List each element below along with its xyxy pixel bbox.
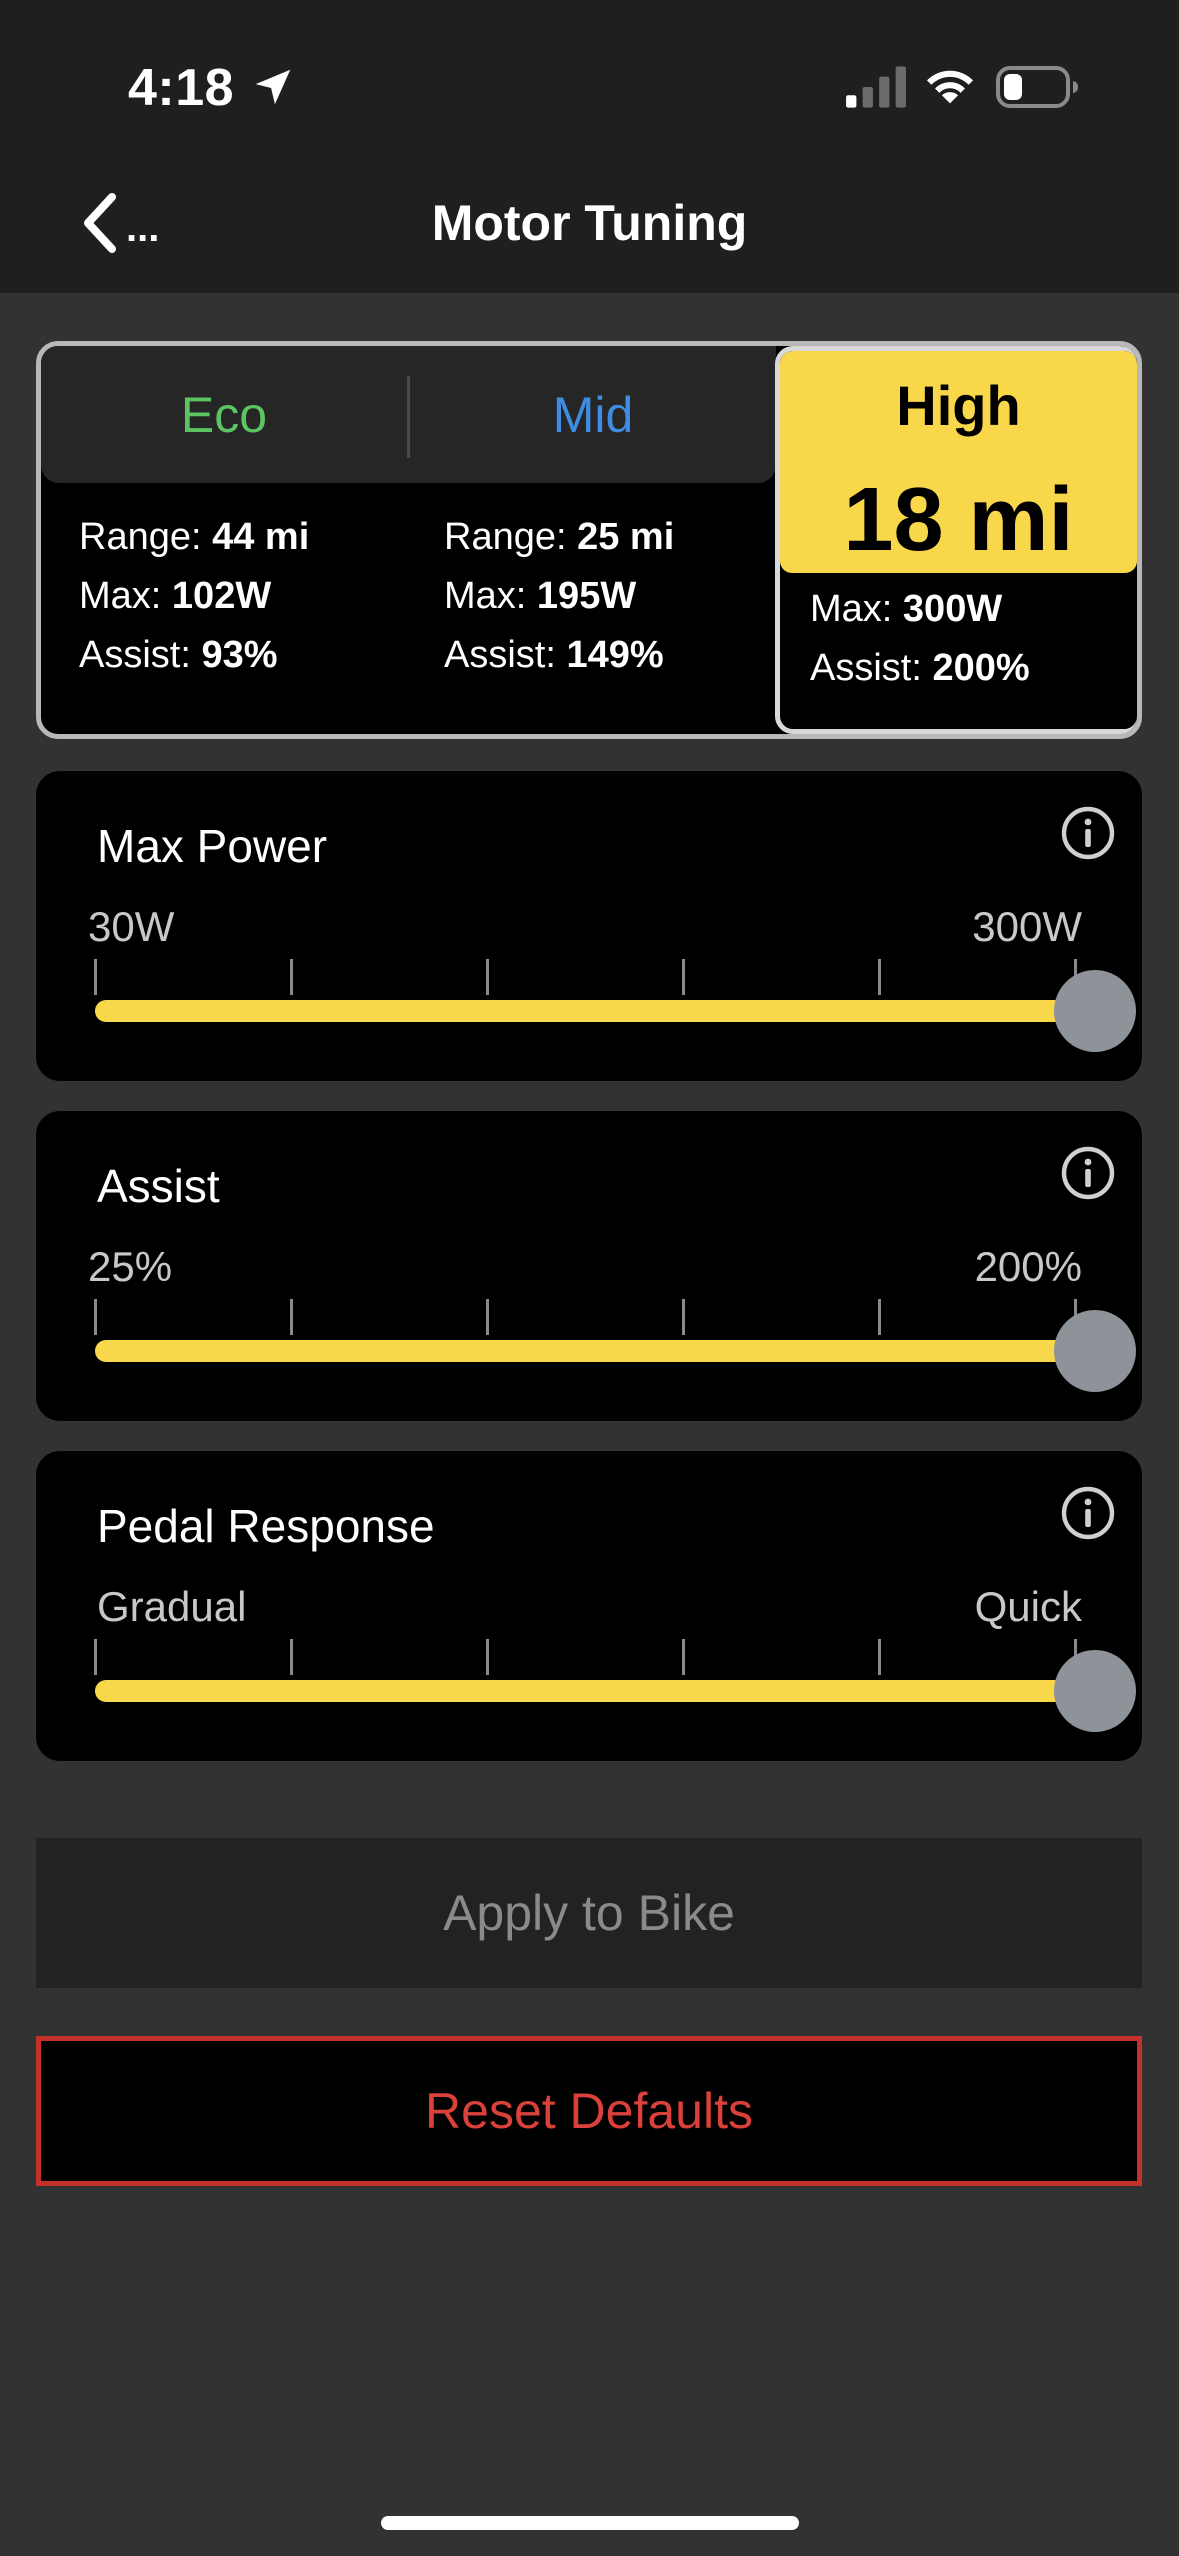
info-icon[interactable] — [1060, 1145, 1116, 1201]
mid-max-label: Max: — [444, 575, 527, 617]
eco-assist-label: Assist: — [79, 634, 191, 676]
mode-tabs: Eco Mid — [41, 346, 776, 483]
max-power-title: Max Power — [97, 820, 328, 872]
max-power-card: Max Power 30W 300W — [36, 771, 1142, 1081]
mid-range-label: Range: — [444, 516, 567, 558]
eco-range-value: 44 mi — [212, 516, 310, 558]
mode-selector: Eco Mid Range: 44 mi Max: 102W Assist: 9… — [36, 341, 1142, 739]
assist-title: Assist — [97, 1160, 220, 1212]
mid-assist-label: Assist: — [444, 634, 556, 676]
eco-range-label: Range: — [79, 516, 202, 558]
high-max-label: Max: — [810, 588, 893, 630]
eco-stats[interactable]: Range: 44 mi Max: 102W Assist: 93% — [79, 508, 309, 685]
mid-stats[interactable]: Range: 25 mi Max: 195W Assist: 149% — [444, 508, 674, 685]
status-time: 4:18 — [128, 59, 235, 117]
top-bar: 4:18 ... Motor Tuning — [0, 0, 1179, 293]
max-power-track[interactable] — [95, 1000, 1115, 1022]
mid-assist-value: 149% — [566, 634, 664, 676]
high-max-value: 300W — [902, 588, 1003, 630]
info-icon[interactable] — [1060, 805, 1116, 861]
reset-defaults-button[interactable]: Reset Defaults — [36, 2036, 1142, 2186]
pedal-response-fill — [95, 1680, 1115, 1702]
max-power-max-label: 300W — [972, 903, 1082, 950]
slider-ticks — [94, 959, 1077, 999]
eco-max-value: 102W — [171, 575, 272, 617]
eco-max-label: Max: — [79, 575, 162, 617]
eco-assist-value: 93% — [201, 634, 278, 676]
assist-track[interactable] — [95, 1340, 1115, 1362]
tab-eco[interactable]: Eco — [41, 346, 407, 483]
info-icon[interactable] — [1060, 1485, 1116, 1541]
cellular-signal-icon — [846, 66, 906, 108]
pedal-response-min-label: Gradual — [97, 1583, 247, 1630]
tab-mid[interactable]: Mid — [410, 346, 776, 483]
pedal-response-thumb[interactable] — [1054, 1650, 1136, 1732]
home-indicator[interactable] — [381, 2516, 799, 2530]
mid-range-value: 25 mi — [577, 516, 675, 558]
mid-max-value: 195W — [536, 575, 637, 617]
assist-max-label: 200% — [974, 1243, 1082, 1290]
assist-fill — [95, 1340, 1115, 1362]
tab-high-selected[interactable]: High 18 mi Max: 300W Assist: 200% — [775, 346, 1137, 734]
high-range-value: 18 mi — [843, 470, 1074, 570]
assist-card: Assist 25% 200% — [36, 1111, 1142, 1421]
apply-to-bike-button[interactable]: Apply to Bike — [36, 1838, 1142, 1988]
wifi-icon — [927, 70, 973, 104]
pedal-response-track[interactable] — [95, 1680, 1115, 1702]
high-stats: Max: 300W Assist: 200% — [810, 580, 1030, 698]
slider-ticks — [94, 1299, 1077, 1339]
high-label: High — [896, 374, 1021, 437]
pedal-response-card: Pedal Response Gradual Quick — [36, 1451, 1142, 1761]
high-assist-label: Assist: — [810, 647, 922, 689]
page-title: Motor Tuning — [431, 195, 748, 251]
location-arrow-icon — [255, 69, 291, 105]
max-power-min-label: 30W — [88, 903, 175, 950]
pedal-response-max-label: Quick — [974, 1583, 1082, 1630]
slider-ticks — [94, 1639, 1077, 1679]
high-assist-value: 200% — [932, 647, 1030, 689]
assist-min-label: 25% — [88, 1243, 173, 1290]
high-header: High 18 mi — [780, 351, 1137, 573]
pedal-response-title: Pedal Response — [97, 1500, 435, 1552]
assist-thumb[interactable] — [1054, 1310, 1136, 1392]
max-power-thumb[interactable] — [1054, 970, 1136, 1052]
max-power-fill — [95, 1000, 1115, 1022]
battery-icon — [996, 66, 1078, 108]
